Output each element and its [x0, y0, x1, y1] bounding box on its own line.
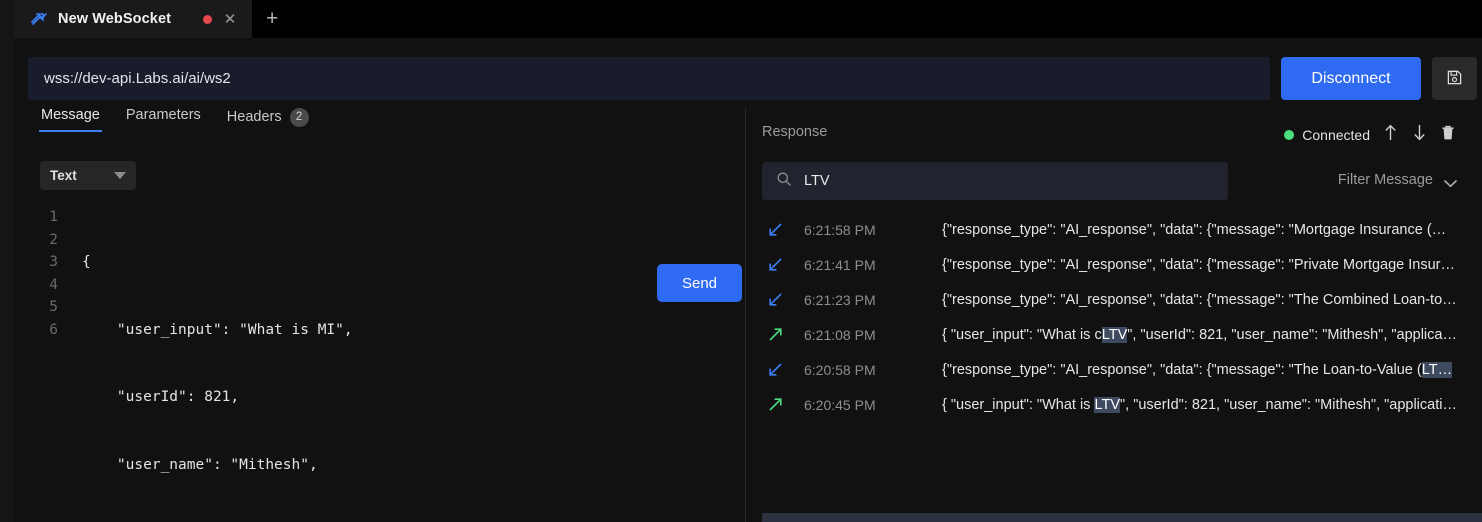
table-row[interactable]: 6:20:58 PM {"response_type": "AI_respons… — [746, 352, 1482, 387]
line-number: 4 — [28, 274, 58, 297]
message-preview: {"response_type": "AI_response", "data":… — [942, 362, 1482, 378]
code-line: { — [82, 251, 353, 274]
message-format-value: Text — [50, 168, 77, 183]
message-timestamp: 6:21:58 PM — [804, 222, 942, 238]
request-panel: Message Parameters Headers 2 Text Send 1… — [14, 108, 745, 522]
response-search-bar[interactable] — [762, 162, 1228, 200]
message-preview: { "user_input": "What is cLTV", "userId"… — [942, 327, 1482, 343]
request-tabs: Message Parameters Headers 2 — [14, 108, 745, 144]
message-text: ", "userId": 821, "user_name": "Mithesh"… — [1127, 327, 1457, 343]
table-row[interactable]: 6:20:45 PM { "user_input": "What is LTV"… — [746, 387, 1482, 422]
response-title: Response — [762, 124, 827, 140]
line-number: 3 — [28, 251, 58, 274]
table-row[interactable]: 6:21:41 PM {"response_type": "AI_respons… — [746, 247, 1482, 282]
trash-icon[interactable] — [1440, 124, 1456, 147]
connection-status-group: Connected — [1284, 123, 1456, 147]
tab-headers-label: Headers — [227, 110, 282, 125]
code-line: "user_input": "What is MI", — [82, 319, 353, 342]
new-tab-button[interactable]: + — [252, 8, 292, 29]
scroll-down-icon[interactable] — [1411, 123, 1428, 147]
message-timestamp: 6:20:58 PM — [804, 362, 942, 378]
message-text: { "user_input": "What is — [942, 397, 1094, 413]
message-text: ", "userId": 821, "user_name": "Mithesh"… — [1120, 397, 1457, 413]
close-icon[interactable]: ✕ — [222, 12, 238, 27]
message-timestamp: 6:21:41 PM — [804, 257, 942, 273]
code-line: "user_name": "Mithesh", — [82, 454, 353, 477]
status-indicator-dot — [1284, 130, 1294, 140]
message-preview: {"response_type": "AI_response", "data":… — [942, 257, 1482, 273]
websocket-url-input[interactable] — [28, 57, 1270, 100]
line-number: 5 — [28, 296, 58, 319]
tab-message-label: Message — [41, 108, 100, 123]
tab-parameters-label: Parameters — [126, 108, 201, 123]
incoming-arrow-icon — [746, 221, 804, 238]
tab-bar: New WebSocket ✕ + — [14, 0, 1482, 38]
line-number: 6 — [28, 319, 58, 342]
editor-line-numbers: 1 2 3 4 5 6 — [28, 206, 68, 522]
table-row[interactable]: 6:21:08 PM { "user_input": "What is cLTV… — [746, 317, 1482, 352]
message-preview: {"response_type": "AI_response", "data":… — [942, 292, 1482, 308]
search-input[interactable] — [804, 173, 1214, 189]
status-badge: Connected — [1302, 127, 1370, 143]
tab-message[interactable]: Message — [28, 108, 113, 132]
tab-title: New WebSocket — [58, 11, 171, 27]
floppy-disk-icon — [1446, 69, 1463, 89]
code-line: "userId": 821, — [82, 386, 353, 409]
tab-headers[interactable]: Headers 2 — [214, 108, 322, 136]
websocket-client-window: New WebSocket ✕ + Disconnect Message — [0, 0, 1482, 522]
line-number: 2 — [28, 229, 58, 252]
outgoing-arrow-icon — [746, 326, 804, 343]
search-match-highlight: LTV — [1094, 397, 1120, 413]
message-timestamp: 6:21:08 PM — [804, 327, 942, 343]
left-rail — [0, 0, 14, 522]
response-panel: Response Connected — [746, 108, 1482, 522]
filter-message-label: Filter Message — [1338, 172, 1433, 188]
message-text: {"response_type": "AI_response", "data":… — [942, 222, 1446, 238]
message-timestamp: 6:20:45 PM — [804, 397, 942, 413]
tab-parameters[interactable]: Parameters — [113, 108, 214, 132]
incoming-arrow-icon — [746, 256, 804, 273]
message-format-select[interactable]: Text — [40, 161, 136, 190]
chevron-down-icon — [114, 172, 126, 179]
websocket-icon — [30, 10, 48, 28]
message-editor[interactable]: 1 2 3 4 5 6 { "user_input": "What is MI"… — [28, 206, 745, 522]
message-timestamp: 6:21:23 PM — [804, 292, 942, 308]
message-text: {"response_type": "AI_response", "data":… — [942, 292, 1457, 308]
outgoing-arrow-icon — [746, 396, 804, 413]
incoming-arrow-icon — [746, 361, 804, 378]
headers-count-badge: 2 — [290, 108, 309, 127]
filter-message-dropdown[interactable]: Filter Message — [1338, 172, 1456, 188]
tab-new-websocket[interactable]: New WebSocket ✕ — [14, 0, 252, 38]
message-text: { "user_input": "What is c — [942, 327, 1102, 343]
search-icon — [776, 171, 792, 192]
message-text: {"response_type": "AI_response", "data":… — [942, 362, 1422, 378]
search-match-highlight: LTV — [1102, 327, 1128, 343]
line-number: 1 — [28, 206, 58, 229]
message-preview: { "user_input": "What is LTV", "userId":… — [942, 397, 1482, 413]
incoming-arrow-icon — [746, 291, 804, 308]
chevron-down-icon — [1443, 176, 1456, 184]
message-list[interactable]: 6:21:58 PM {"response_type": "AI_respons… — [746, 212, 1482, 522]
unsaved-indicator-dot — [203, 15, 212, 24]
response-bottom-bar — [762, 513, 1482, 522]
message-text: {"response_type": "AI_response", "data":… — [942, 257, 1455, 273]
message-preview: {"response_type": "AI_response", "data":… — [942, 222, 1482, 238]
editor-content[interactable]: { "user_input": "What is MI", "userId": … — [68, 206, 353, 522]
table-row[interactable]: 6:21:58 PM {"response_type": "AI_respons… — [746, 212, 1482, 247]
save-button[interactable] — [1432, 57, 1477, 100]
table-row[interactable]: 6:21:23 PM {"response_type": "AI_respons… — [746, 282, 1482, 317]
disconnect-button[interactable]: Disconnect — [1281, 57, 1421, 100]
scroll-up-icon[interactable] — [1382, 123, 1399, 147]
url-row: Disconnect — [14, 38, 1482, 118]
search-match-highlight: LT… — [1422, 362, 1452, 378]
